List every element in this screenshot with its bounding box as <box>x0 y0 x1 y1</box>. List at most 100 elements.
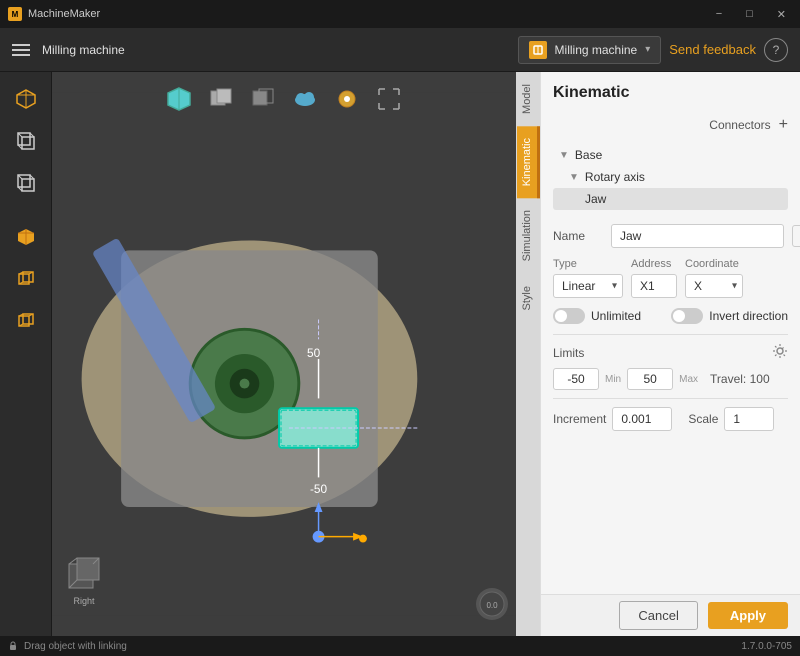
limits-gear-icon[interactable] <box>772 343 788 362</box>
unlimited-toggle[interactable] <box>553 308 585 324</box>
app-title: Milling machine <box>42 43 125 57</box>
min-tag: Min <box>605 374 621 385</box>
canvas-area[interactable]: 50 -50 Right 0.0 <box>52 72 516 636</box>
type-select[interactable]: Linear Rotary <box>553 274 623 298</box>
scale-input[interactable] <box>724 407 774 431</box>
increment-wrapper: Increment <box>553 407 672 431</box>
connectors-row: Connectors + <box>553 116 788 134</box>
invert-wrapper: Invert direction <box>671 308 788 324</box>
minimize-btn[interactable]: − <box>710 6 728 23</box>
tree-item-base[interactable]: ▼ Base <box>553 144 788 166</box>
machine-dropdown[interactable]: Milling machine ▾ <box>518 36 662 64</box>
svg-text:50: 50 <box>307 346 321 360</box>
drag-label: Drag object with linking <box>24 641 127 652</box>
tree-item-jaw[interactable]: Jaw <box>553 188 788 210</box>
coordinate-col-label: Coordinate <box>685 258 743 270</box>
tab-kinematic[interactable]: Kinematic <box>517 126 540 198</box>
tree-label-jaw: Jaw <box>585 192 606 206</box>
status-bar: Drag object with linking 1.7.0.0-705 <box>0 636 800 656</box>
scale-wrapper: Scale <box>688 407 774 431</box>
header: Milling machine Milling machine ▾ Send f… <box>0 28 800 72</box>
tool-cube-selected[interactable] <box>7 302 45 340</box>
canvas-tool-dot[interactable] <box>330 82 364 116</box>
canvas-tool-expand[interactable] <box>372 82 406 116</box>
cancel-button[interactable]: Cancel <box>619 601 697 630</box>
tool-cube-wire[interactable] <box>7 260 45 298</box>
view-label: Right <box>73 596 94 606</box>
type-col: Type Linear Rotary <box>553 258 623 298</box>
machine-svg: 50 -50 <box>52 72 516 636</box>
increment-input[interactable] <box>612 407 672 431</box>
canvas-tool-cloud[interactable] <box>288 82 322 116</box>
name-input[interactable] <box>611 224 784 248</box>
header-left: Milling machine <box>12 43 125 57</box>
help-button[interactable]: ? <box>764 38 788 62</box>
maximize-btn[interactable]: □ <box>740 6 759 23</box>
menu-button[interactable] <box>12 44 30 56</box>
dropdown-arrow-icon: ▾ <box>645 44 650 55</box>
main-area: 50 -50 Right 0.0 <box>0 72 800 636</box>
max-input[interactable] <box>627 368 673 390</box>
type-select-wrapper: Linear Rotary <box>553 274 623 298</box>
status-left: Drag object with linking <box>8 641 127 652</box>
feedback-button[interactable]: Send feedback <box>669 42 756 57</box>
tool-cube-3d[interactable] <box>7 80 45 118</box>
canvas-tool-cube2[interactable] <box>204 82 238 116</box>
machine-name: Milling machine <box>555 43 638 57</box>
tool-orange-cube[interactable] <box>7 218 45 256</box>
invert-toggle[interactable] <box>671 308 703 324</box>
coordinate-select-wrapper: X Y Z <box>685 274 743 298</box>
compass: 0.0 <box>476 588 508 620</box>
limits-label: Limits <box>553 346 584 360</box>
canvas-tool-cube3[interactable] <box>246 82 280 116</box>
name-label: Name <box>553 229 603 243</box>
tab-model[interactable]: Model <box>517 72 540 126</box>
machine-icon <box>529 41 547 59</box>
address-col: Address <box>631 258 677 298</box>
divider1 <box>553 334 788 335</box>
tree-label-base: Base <box>575 148 602 162</box>
tab-style[interactable]: Style <box>517 274 540 322</box>
min-input[interactable] <box>553 368 599 390</box>
coordinate-select[interactable]: X Y Z <box>685 274 743 298</box>
kinematic-tree: ▼ Base ▼ Rotary axis Jaw <box>553 144 788 210</box>
bottom-bar: Cancel Apply <box>541 594 800 636</box>
app-logo: M <box>8 7 22 21</box>
tree-item-rotary[interactable]: ▼ Rotary axis <box>553 166 788 188</box>
limits-values-row: Min Max Travel: 100 <box>553 368 788 390</box>
canvas-tool-cube[interactable] <box>162 82 196 116</box>
more-button[interactable]: ··· <box>792 225 800 247</box>
max-tag: Max <box>679 374 698 385</box>
coordinate-col: Coordinate X Y Z <box>685 258 743 298</box>
titlebar-left: M MachineMaker <box>8 7 100 21</box>
invert-label: Invert direction <box>709 309 788 323</box>
tree-arrow-base: ▼ <box>559 150 569 161</box>
divider2 <box>553 398 788 399</box>
app-name: MachineMaker <box>28 8 100 20</box>
increment-row: Increment Scale <box>553 407 788 431</box>
increment-label: Increment <box>553 412 606 426</box>
type-address-row: Type Linear Rotary Address Coor <box>553 258 788 298</box>
view-cube: Right <box>64 554 104 606</box>
canvas-toolbar <box>52 82 516 116</box>
titlebar: M MachineMaker − □ ✕ <box>0 0 800 28</box>
add-connector-button[interactable]: + <box>779 116 788 134</box>
close-btn[interactable]: ✕ <box>771 6 792 23</box>
address-col-label: Address <box>631 258 677 270</box>
left-toolbar <box>0 72 52 636</box>
apply-button[interactable]: Apply <box>708 602 788 629</box>
right-panel: Kinematic Connectors + ▼ Base ▼ Rotary a… <box>540 72 800 636</box>
name-row: Name ··· <box>553 224 788 248</box>
right-section: Model Kinematic Simulation Style Kinemat… <box>516 72 800 636</box>
tool-cube-front[interactable] <box>7 164 45 202</box>
svg-text:0.0: 0.0 <box>486 601 498 610</box>
scale-label: Scale <box>688 412 718 426</box>
lock-icon <box>8 641 18 651</box>
tree-arrow-rotary: ▼ <box>569 172 579 183</box>
address-input[interactable] <box>631 274 677 298</box>
tool-cube-outline[interactable] <box>7 122 45 160</box>
tab-simulation[interactable]: Simulation <box>517 198 540 273</box>
unlimited-wrapper: Unlimited <box>553 308 641 324</box>
svg-text:-50: -50 <box>310 482 328 496</box>
side-tabs: Model Kinematic Simulation Style <box>516 72 540 636</box>
